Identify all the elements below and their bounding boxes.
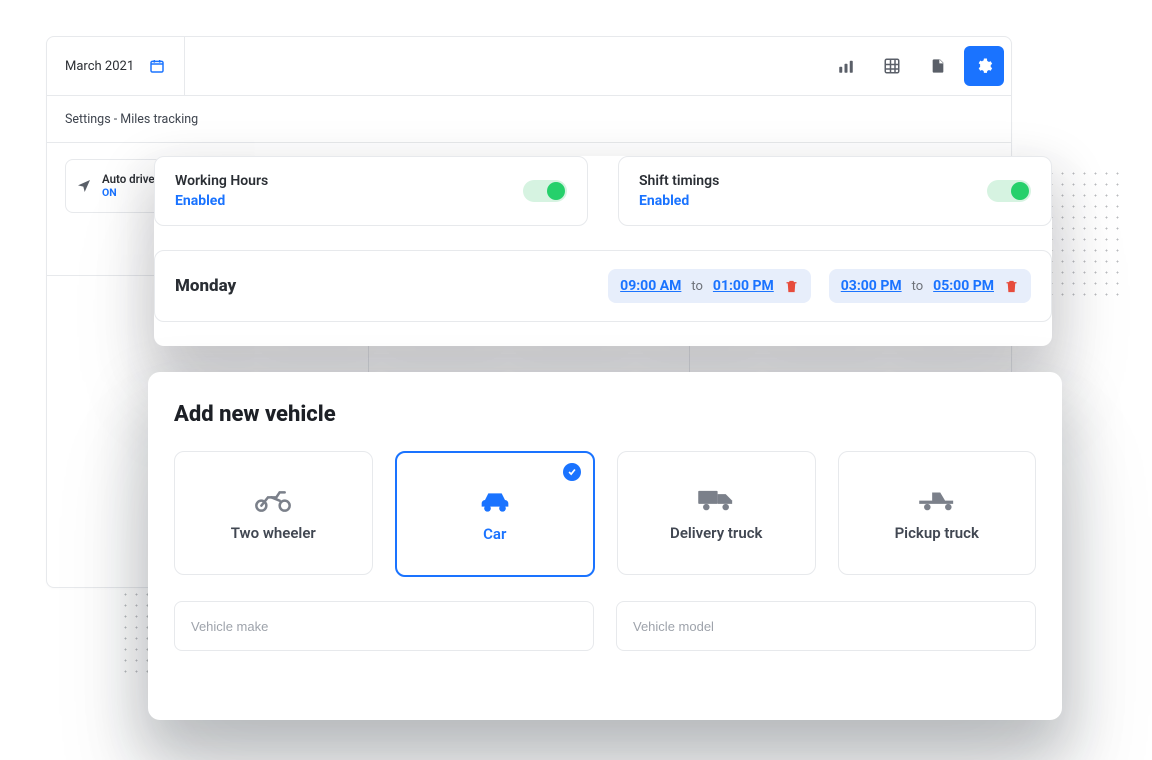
auto-drive-lines: Auto drive ON (102, 173, 155, 198)
delivery-truck-icon (695, 484, 737, 514)
to-label: to (912, 279, 924, 294)
shift-timings-title: Shift timings (639, 173, 719, 189)
vehicle-option-two-wheeler[interactable]: Two wheeler (174, 451, 373, 575)
vehicle-option-label: Two wheeler (231, 524, 316, 542)
vehicle-model-input[interactable] (616, 601, 1036, 651)
working-hours-toggle[interactable] (523, 180, 567, 202)
time-slot-1: 09:00 AM to 01:00 PM (608, 269, 811, 303)
vehicle-option-label: Pickup truck (895, 524, 979, 542)
working-hours-status: Enabled (175, 193, 268, 209)
day-row: Monday 09:00 AM to 01:00 PM 03:00 PM to … (154, 250, 1052, 322)
shift-timings-toggle[interactable] (987, 180, 1031, 202)
slot-1-from[interactable]: 09:00 AM (620, 278, 681, 294)
day-name: Monday (175, 276, 236, 296)
period-label: March 2021 (65, 59, 134, 74)
topbar-icons (819, 37, 1011, 95)
slot-2-to[interactable]: 05:00 PM (933, 278, 994, 294)
shift-timings-status: Enabled (639, 193, 719, 209)
vehicle-option-pickup-truck[interactable]: Pickup truck (838, 451, 1037, 575)
trash-icon[interactable] (784, 279, 799, 294)
shift-timings-card: Shift timings Enabled (618, 156, 1052, 226)
grid-icon[interactable] (872, 46, 912, 86)
topbar-spacer (185, 37, 819, 95)
vehicle-option-car[interactable]: Car (395, 451, 596, 577)
page-subtitle: Settings - Miles tracking (47, 96, 1011, 143)
working-hours-panel: Working Hours Enabled Shift timings Enab… (154, 156, 1052, 346)
working-hours-title: Working Hours (175, 173, 268, 189)
auto-drive-status: ON (102, 187, 155, 199)
period-selector[interactable]: March 2021 (47, 37, 185, 95)
motorcycle-icon (252, 484, 294, 514)
vehicle-option-label: Car (483, 525, 506, 543)
chart-icon[interactable] (826, 46, 866, 86)
calendar-icon[interactable] (148, 57, 166, 75)
add-vehicle-panel: Add new vehicle Two wheeler Car Delivery… (148, 372, 1062, 720)
to-label: to (691, 279, 703, 294)
vehicle-option-label: Delivery truck (670, 524, 762, 542)
trash-icon[interactable] (1004, 279, 1019, 294)
slot-2-from[interactable]: 03:00 PM (841, 278, 902, 294)
topbar: March 2021 (47, 37, 1011, 96)
navigation-icon (76, 178, 92, 194)
pickup-truck-icon (916, 484, 958, 514)
vehicle-make-input[interactable] (174, 601, 594, 651)
gear-icon[interactable] (964, 46, 1004, 86)
car-icon (474, 485, 516, 515)
auto-drive-label: Auto drive (102, 173, 155, 186)
add-vehicle-heading: Add new vehicle (174, 402, 1036, 427)
time-slot-2: 03:00 PM to 05:00 PM (829, 269, 1031, 303)
working-hours-card: Working Hours Enabled (154, 156, 588, 226)
check-icon (563, 463, 581, 481)
slot-1-to[interactable]: 01:00 PM (713, 278, 774, 294)
subtitle-text: Settings - Miles tracking (65, 112, 198, 127)
vehicle-option-delivery-truck[interactable]: Delivery truck (617, 451, 816, 575)
file-icon[interactable] (918, 46, 958, 86)
